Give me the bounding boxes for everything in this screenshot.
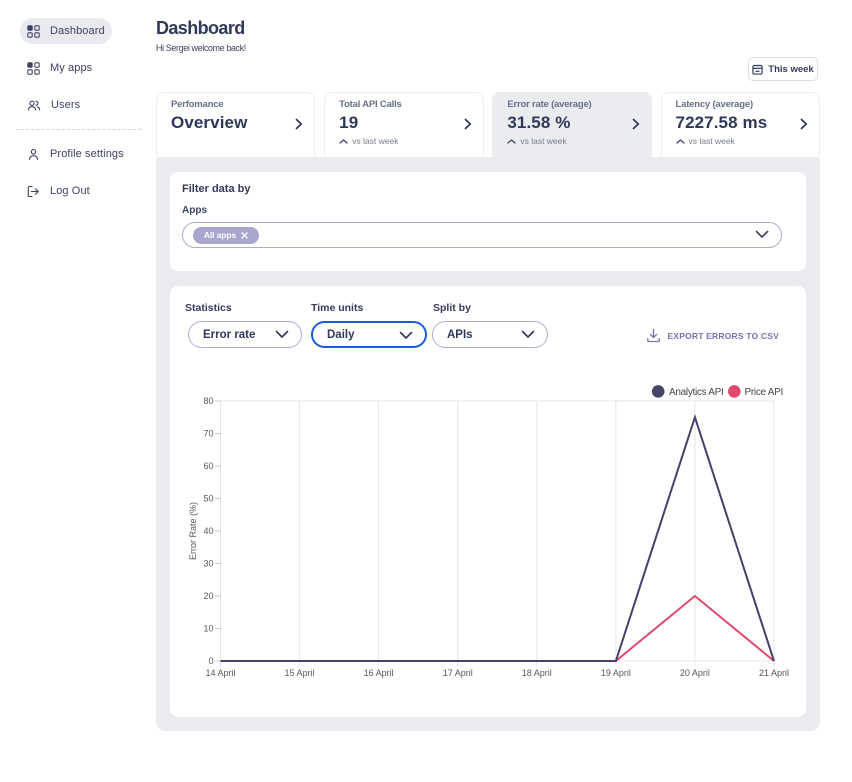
svg-text:16 April: 16 April [364, 668, 394, 678]
svg-text:18 April: 18 April [522, 668, 552, 678]
svg-text:70: 70 [203, 429, 213, 439]
svg-text:19 April: 19 April [601, 668, 631, 678]
svg-text:17 April: 17 April [443, 668, 473, 678]
svg-text:60: 60 [203, 461, 213, 471]
svg-text:0: 0 [208, 656, 213, 666]
svg-text:20: 20 [203, 591, 213, 601]
svg-text:21 April: 21 April [759, 668, 789, 678]
svg-text:40: 40 [203, 526, 213, 536]
svg-text:30: 30 [203, 559, 213, 569]
svg-text:Error Rate (%): Error Rate (%) [188, 502, 198, 560]
svg-text:20 April: 20 April [680, 668, 710, 678]
svg-text:Price API: Price API [745, 387, 783, 398]
svg-text:50: 50 [203, 494, 213, 504]
svg-text:Analytics API: Analytics API [669, 387, 723, 398]
svg-text:10: 10 [203, 624, 213, 634]
svg-text:80: 80 [203, 396, 213, 406]
svg-text:14 April: 14 April [205, 668, 235, 678]
svg-text:15 April: 15 April [285, 668, 315, 678]
